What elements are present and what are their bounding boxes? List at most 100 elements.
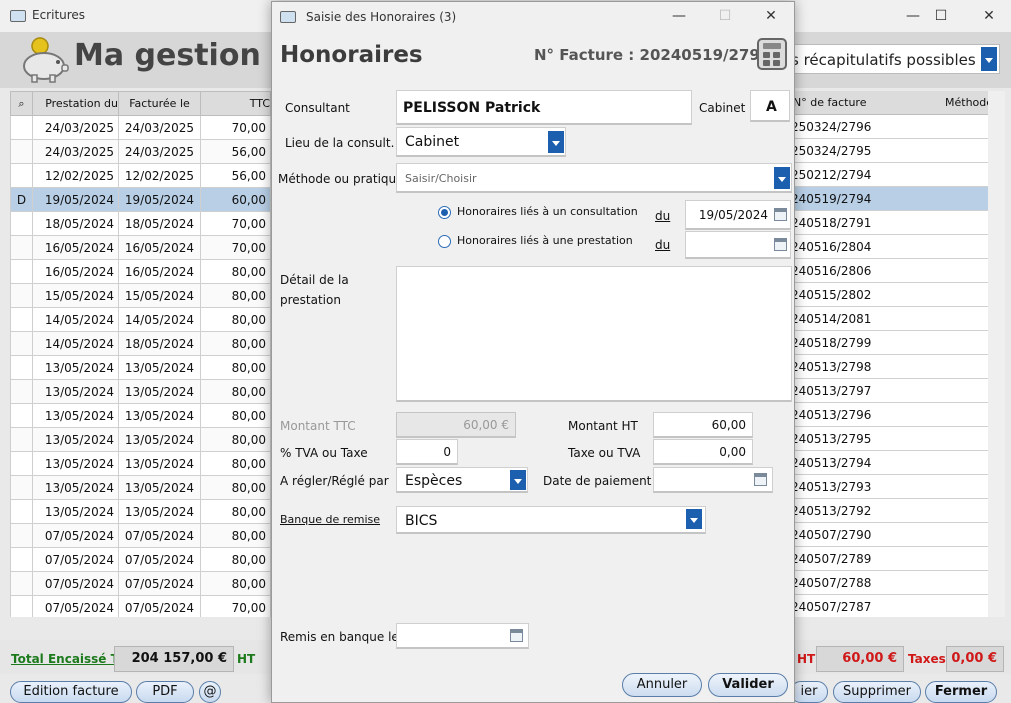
- supprimer-button[interactable]: Supprimer: [833, 681, 921, 703]
- dropdown-arrow-icon[interactable]: [510, 470, 526, 490]
- table-row[interactable]: 250324/2796: [787, 115, 988, 139]
- dropdown-arrow-icon[interactable]: [686, 509, 702, 529]
- table-row[interactable]: 12/02/2025 12/02/2025 56,00: [10, 163, 271, 188]
- cell-facturee: 13/05/2024: [118, 499, 201, 524]
- du-prestation-date-field[interactable]: [685, 231, 791, 259]
- detail-label-line2: prestation: [280, 293, 341, 307]
- table-row[interactable]: 250324/2795: [787, 139, 988, 163]
- calendar-icon[interactable]: [774, 238, 787, 251]
- remis-date-field[interactable]: [396, 623, 529, 649]
- radio-consultation-label[interactable]: Honoraires liés à un consultation: [457, 205, 638, 218]
- sort-icon[interactable]: ⌕: [10, 91, 33, 116]
- close-icon[interactable]: ✕: [756, 4, 786, 28]
- table-row[interactable]: 240507/2787: [787, 595, 988, 617]
- table-row[interactable]: 16/05/2024 16/05/2024 80,00: [10, 259, 271, 284]
- close-icon[interactable]: ✕: [974, 4, 1004, 28]
- table-row[interactable]: 24/03/2025 24/03/2025 56,00: [10, 139, 271, 164]
- table-row[interactable]: 240513/2792: [787, 499, 988, 523]
- table-row[interactable]: 18/05/2024 18/05/2024 70,00: [10, 211, 271, 236]
- date-paiement-field[interactable]: [653, 467, 773, 493]
- recap-dropdown[interactable]: s récapitulatifs possibles: [790, 44, 1000, 74]
- table-row[interactable]: 240513/2794: [787, 451, 988, 475]
- consultant-field[interactable]: PELISSON Patrick: [396, 90, 692, 125]
- lieu-dropdown[interactable]: Cabinet: [396, 127, 566, 157]
- table-row[interactable]: 240515/2802: [787, 283, 988, 307]
- table-row[interactable]: D 19/05/2024 19/05/2024 60,00: [10, 187, 271, 212]
- table-row[interactable]: 07/05/2024 07/05/2024 80,00: [10, 547, 271, 572]
- table-row[interactable]: 14/05/2024 14/05/2024 80,00: [10, 307, 271, 332]
- calendar-icon[interactable]: [510, 629, 523, 642]
- table-row[interactable]: 240514/2081: [787, 307, 988, 331]
- banque-dropdown[interactable]: BICS: [396, 506, 706, 534]
- maximize-icon[interactable]: ☐: [926, 4, 956, 28]
- table-row[interactable]: 240513/2795: [787, 427, 988, 451]
- cell-ttc: 80,00: [200, 499, 271, 524]
- column-header-facture[interactable]: N° de facture: [793, 96, 866, 109]
- edition-facture-button[interactable]: Edition facture: [10, 681, 132, 703]
- methode-dropdown[interactable]: Saisir/Choisir: [396, 163, 792, 193]
- column-header-ttc[interactable]: TTC: [200, 91, 271, 116]
- cell-flag: [10, 547, 33, 572]
- table-row[interactable]: 240513/2798: [787, 355, 988, 379]
- du-consultation-date-field[interactable]: 19/05/2024: [685, 200, 791, 230]
- montant-ht-field[interactable]: 60,00: [653, 412, 753, 438]
- column-header-facturee[interactable]: Facturée le: [118, 91, 201, 116]
- table-row[interactable]: 07/05/2024 07/05/2024 80,00: [10, 571, 271, 596]
- calendar-icon[interactable]: [754, 473, 767, 486]
- table-row[interactable]: 14/05/2024 18/05/2024 80,00: [10, 331, 271, 356]
- taxes-label: Taxes: [908, 652, 946, 666]
- fermer-button[interactable]: Fermer: [925, 681, 997, 703]
- email-button[interactable]: @: [199, 681, 221, 703]
- table-row[interactable]: 240513/2797: [787, 379, 988, 403]
- radio-prestation[interactable]: [438, 235, 451, 248]
- dropdown-arrow-icon[interactable]: [981, 47, 997, 71]
- calendar-icon[interactable]: [774, 208, 787, 221]
- table-row[interactable]: 240519/2794: [787, 187, 988, 211]
- cell-flag: [10, 355, 33, 380]
- table-row[interactable]: 13/05/2024 13/05/2024 80,00: [10, 403, 271, 428]
- dropdown-arrow-icon[interactable]: [774, 167, 790, 189]
- table-row[interactable]: 07/05/2024 07/05/2024 70,00: [10, 595, 271, 617]
- cell-prestation: 13/05/2024: [32, 379, 119, 404]
- detail-textarea[interactable]: [396, 266, 792, 402]
- pdf-button[interactable]: PDF: [136, 681, 194, 703]
- minimize-icon[interactable]: —: [664, 4, 694, 28]
- table-row[interactable]: 13/05/2024 13/05/2024 80,00: [10, 355, 271, 380]
- taxe-field[interactable]: 0,00: [653, 439, 753, 465]
- cabinet-field[interactable]: A: [750, 90, 790, 122]
- table-row[interactable]: 15/05/2024 15/05/2024 80,00: [10, 283, 271, 308]
- table-row[interactable]: 13/05/2024 13/05/2024 80,00: [10, 451, 271, 476]
- table-row[interactable]: 240513/2796: [787, 403, 988, 427]
- dropdown-arrow-icon[interactable]: [548, 131, 564, 153]
- table-row[interactable]: 240518/2791: [787, 211, 988, 235]
- table-row[interactable]: 250212/2794: [787, 163, 988, 187]
- table-row[interactable]: 13/05/2024 13/05/2024 80,00: [10, 475, 271, 500]
- radio-consultation[interactable]: [438, 206, 451, 219]
- column-header-methode[interactable]: Méthode: [945, 96, 988, 109]
- table-row[interactable]: 13/05/2024 13/05/2024 80,00: [10, 427, 271, 452]
- table-row[interactable]: 240518/2799: [787, 331, 988, 355]
- cell-flag: [10, 115, 33, 140]
- minimize-icon[interactable]: —: [898, 4, 928, 28]
- calculator-icon[interactable]: [757, 38, 787, 70]
- table-row[interactable]: 13/05/2024 13/05/2024 80,00: [10, 499, 271, 524]
- table-row[interactable]: 240507/2790: [787, 523, 988, 547]
- table-row[interactable]: 16/05/2024 16/05/2024 70,00: [10, 235, 271, 260]
- partial-button[interactable]: ier: [790, 681, 828, 703]
- table-row[interactable]: 13/05/2024 13/05/2024 80,00: [10, 379, 271, 404]
- table-row[interactable]: 240507/2789: [787, 547, 988, 571]
- radio-prestation-label[interactable]: Honoraires liés à une prestation: [457, 234, 633, 247]
- valider-button[interactable]: Valider: [708, 673, 788, 697]
- table-row[interactable]: 24/03/2025 24/03/2025 70,00: [10, 115, 271, 140]
- table-row[interactable]: 07/05/2024 07/05/2024 80,00: [10, 523, 271, 548]
- table-row[interactable]: 240507/2788: [787, 571, 988, 595]
- regler-dropdown[interactable]: Espèces: [396, 467, 528, 493]
- table-row[interactable]: 240516/2804: [787, 235, 988, 259]
- cabinet-value: A: [766, 99, 777, 115]
- annuler-button[interactable]: Annuler: [622, 673, 702, 697]
- table-row[interactable]: 240516/2806: [787, 259, 988, 283]
- vertical-scrollbar[interactable]: [988, 91, 1005, 617]
- table-row[interactable]: 240513/2793: [787, 475, 988, 499]
- tva-field[interactable]: 0: [396, 439, 458, 465]
- column-header-prestation[interactable]: Prestation du: [32, 91, 119, 116]
